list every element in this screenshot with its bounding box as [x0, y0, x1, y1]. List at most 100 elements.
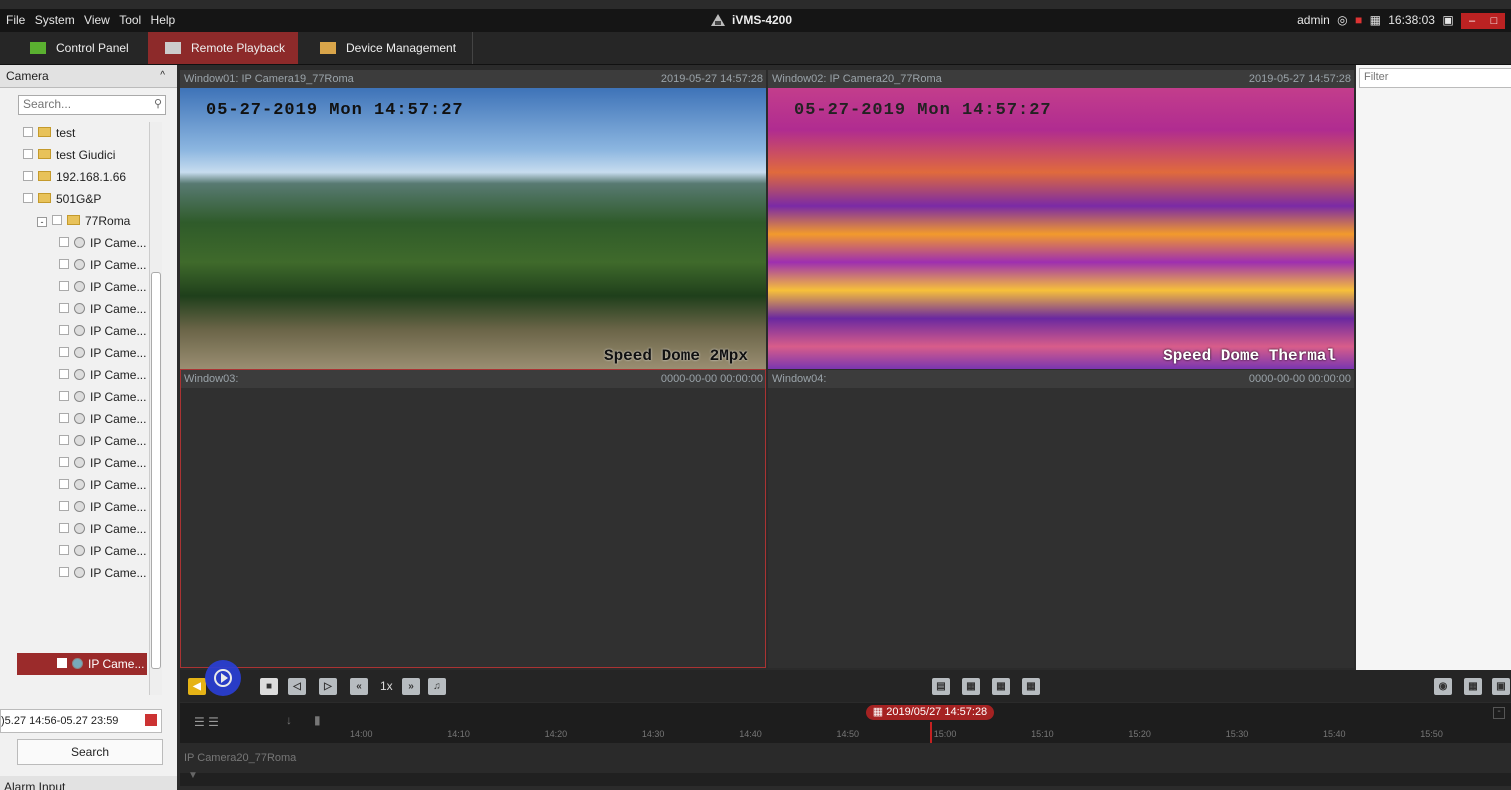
timeline-minimize-icon[interactable]: - — [1493, 707, 1505, 719]
checkbox[interactable] — [23, 149, 33, 159]
tab-device-management[interactable]: Device Management — [298, 32, 473, 64]
checkbox[interactable] — [59, 237, 69, 247]
checkbox[interactable] — [59, 435, 69, 445]
checkbox[interactable] — [59, 369, 69, 379]
tree-camera-item[interactable]: IP Came... — [59, 452, 146, 474]
tree-camera-item[interactable]: IP Came... — [59, 320, 146, 342]
camera-panel-header[interactable]: Camera ^ — [0, 65, 177, 88]
pos-icon[interactable]: ▦ — [992, 678, 1010, 695]
tree-camera-item[interactable]: IP Came... — [59, 364, 146, 386]
checkbox[interactable] — [59, 457, 69, 467]
tree-camera-item[interactable]: IP Came... — [59, 474, 146, 496]
menu-system[interactable]: System — [29, 9, 75, 32]
checkbox[interactable] — [59, 479, 69, 489]
tree-scrollbar-thumb[interactable] — [151, 272, 161, 669]
tree-camera-item[interactable]: IP Came... — [59, 430, 146, 452]
checkbox[interactable] — [59, 347, 69, 357]
next-frame-button[interactable]: ▷ — [319, 678, 337, 695]
tree-camera-item[interactable]: IP Came... — [59, 298, 146, 320]
checkbox[interactable] — [52, 215, 62, 225]
tree-camera-item[interactable]: IP Came... — [59, 562, 146, 584]
menu-tool[interactable]: Tool — [113, 9, 141, 32]
checkbox[interactable] — [23, 193, 33, 203]
checkbox[interactable] — [59, 501, 69, 511]
checkbox[interactable] — [59, 413, 69, 423]
timeline-tick-label: 15:20 — [1128, 729, 1151, 739]
alarm-icon[interactable]: ■ — [1355, 13, 1362, 27]
camera-capture-icon[interactable]: ◉ — [1434, 678, 1452, 695]
tree-camera-item[interactable]: IP Came... — [59, 408, 146, 430]
minimize-button[interactable]: – — [1461, 12, 1483, 29]
stop-button[interactable]: ■ — [260, 678, 278, 695]
atm-icon[interactable]: ▦ — [962, 678, 980, 695]
layout-icon[interactable]: ▦ — [1464, 678, 1482, 695]
menu-help[interactable]: Help — [145, 9, 176, 32]
vca-icon[interactable]: ▦ — [1022, 678, 1040, 695]
tree-camera-item[interactable]: IP Came... — [59, 342, 146, 364]
checkbox[interactable] — [23, 171, 33, 181]
timeline-mode-icon[interactable]: ☰ ☰ — [194, 715, 219, 729]
window01-video[interactable]: 05-27-2019 Mon 14:57:27 Speed Dome 2Mpx — [180, 88, 766, 369]
speed-up-button[interactable]: » — [402, 678, 420, 695]
search-icon[interactable]: ⚲ — [154, 97, 162, 110]
tree-item-label: IP Came... — [90, 566, 147, 580]
tree-camera-item[interactable]: IP Came... — [59, 518, 146, 540]
checkbox[interactable] — [59, 523, 69, 533]
checkbox[interactable] — [23, 127, 33, 137]
download-icon[interactable]: ↓ — [286, 713, 292, 727]
reverse-play-button[interactable]: ◀ — [188, 678, 206, 695]
previous-frame-button[interactable]: ◁ — [288, 678, 306, 695]
checkbox[interactable] — [59, 545, 69, 555]
restore-button[interactable]: □ — [1483, 12, 1505, 29]
selected-camera-row[interactable]: IP Came... — [17, 653, 147, 675]
camera-search-box[interactable]: ⚲ — [18, 95, 166, 115]
checkbox[interactable] — [59, 567, 69, 577]
checkbox[interactable] — [59, 281, 69, 291]
menu-file[interactable]: File — [0, 9, 25, 32]
tree-camera-item[interactable]: IP Came... — [59, 254, 146, 276]
calendar-icon[interactable] — [145, 714, 157, 726]
tree-folder-item[interactable]: - 77Roma — [37, 210, 130, 232]
tree-folder-item[interactable]: test Giudici — [23, 144, 115, 166]
tree-camera-item[interactable]: IP Came... — [59, 386, 146, 408]
time-range-field[interactable]: )5.27 14:56-05.27 23:59 — [0, 709, 162, 733]
expand-icon[interactable]: - — [37, 217, 47, 227]
tree-camera-item[interactable]: IP Came... — [59, 232, 146, 254]
filter-input[interactable] — [1360, 69, 1504, 85]
tree-camera-item[interactable]: IP Came... — [59, 496, 146, 518]
window02-header[interactable]: Window02: IP Camera20_77Roma 2019-05-27 … — [768, 70, 1354, 88]
volume-icon[interactable]: ♫ — [428, 678, 446, 695]
fullscreen-icon[interactable]: ▣ — [1492, 678, 1510, 695]
window04-video[interactable] — [768, 388, 1354, 668]
slow-down-button[interactable]: « — [350, 678, 368, 695]
tree-folder-item[interactable]: 192.168.1.66 — [23, 166, 126, 188]
play-button[interactable] — [205, 660, 241, 696]
tab-remote-playback[interactable]: Remote Playback — [148, 32, 298, 64]
tab-control-panel[interactable]: Control Panel — [0, 32, 148, 64]
keyboard-icon[interactable]: ▦ — [1370, 13, 1381, 27]
menu-view[interactable]: View — [78, 9, 110, 32]
filter-box[interactable] — [1359, 68, 1511, 88]
collapse-icon[interactable]: ^ — [160, 65, 165, 87]
window04-header[interactable]: Window04: 0000-00-00 00:00:00 — [768, 370, 1354, 388]
window01-header[interactable]: Window01: IP Camera19_77Roma 2019-05-27 … — [180, 70, 766, 88]
checkbox[interactable] — [59, 259, 69, 269]
checkbox[interactable] — [59, 391, 69, 401]
tree-folder-item[interactable]: test — [23, 122, 75, 144]
globe-icon[interactable]: ◎ — [1337, 13, 1347, 27]
camera-search-input[interactable] — [19, 96, 143, 112]
tree-folder-item[interactable]: 501G&P — [23, 188, 101, 210]
checkbox[interactable] — [59, 325, 69, 335]
timeline[interactable]: ☰ ☰ ↓ ▮ 14:00 14:10 14:20 14:30 14:40 14:50 15… — [180, 703, 1511, 743]
search-button[interactable]: Search — [17, 739, 163, 765]
checkbox[interactable] — [59, 303, 69, 313]
tree-camera-item[interactable]: IP Came... — [59, 540, 146, 562]
bookmark-icon[interactable]: ▮ — [314, 713, 321, 727]
record-list-icon[interactable]: ▤ — [932, 678, 950, 695]
window02-video[interactable]: 05-27-2019 Mon 14:57:27 Speed Dome Therm… — [768, 88, 1354, 369]
alarm-input-header[interactable]: Alarm Input — [0, 776, 177, 790]
checkbox[interactable] — [57, 658, 67, 668]
filter-icon[interactable]: ▼ — [188, 770, 198, 781]
lock-icon[interactable]: ▣ — [1442, 13, 1453, 27]
tree-camera-item[interactable]: IP Came... — [59, 276, 146, 298]
